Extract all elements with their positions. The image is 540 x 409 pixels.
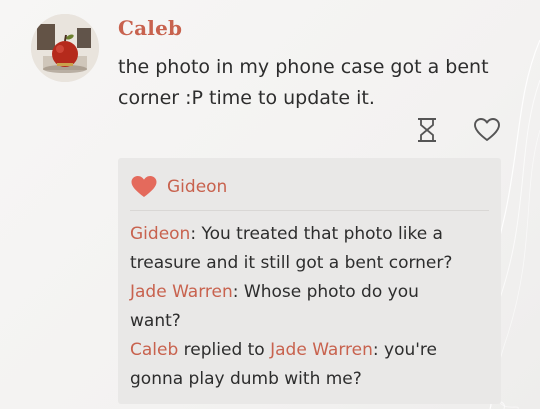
comment-author[interactable]: Gideon — [130, 224, 190, 244]
hourglass-icon — [418, 118, 436, 142]
comments-panel: Gideon Gideon: You treated that photo li… — [118, 158, 501, 404]
liker-name[interactable]: Gideon — [167, 177, 227, 197]
heart-outline-icon — [474, 118, 500, 141]
comment-author[interactable]: Caleb — [130, 340, 178, 360]
comment-author[interactable]: Jade Warren — [130, 282, 233, 302]
comment-item[interactable]: Jade Warren: Whose photo do you want? — [130, 278, 460, 336]
reply-target-name[interactable]: Jade Warren — [270, 340, 373, 360]
likes-row: Gideon — [130, 174, 227, 200]
panel-divider — [130, 210, 489, 211]
moment-post: Caleb the photo in my phone case got a b… — [0, 0, 540, 409]
comment-list: Gideon: You treated that photo like a tr… — [130, 220, 460, 394]
replied-to-label: replied to — [178, 340, 271, 360]
hourglass-button[interactable] — [412, 115, 442, 145]
like-button[interactable] — [472, 115, 502, 145]
post-text: the photo in my phone case got a bent co… — [118, 56, 489, 109]
comment-item[interactable]: Caleb replied to Jade Warren: you're gon… — [130, 336, 460, 394]
author-name[interactable]: Caleb — [118, 16, 182, 40]
comment-item[interactable]: Gideon: You treated that photo like a tr… — [130, 220, 460, 278]
apple-photo-avatar-icon — [31, 14, 99, 82]
author-avatar[interactable] — [31, 14, 99, 82]
heart-filled-icon — [131, 176, 157, 197]
